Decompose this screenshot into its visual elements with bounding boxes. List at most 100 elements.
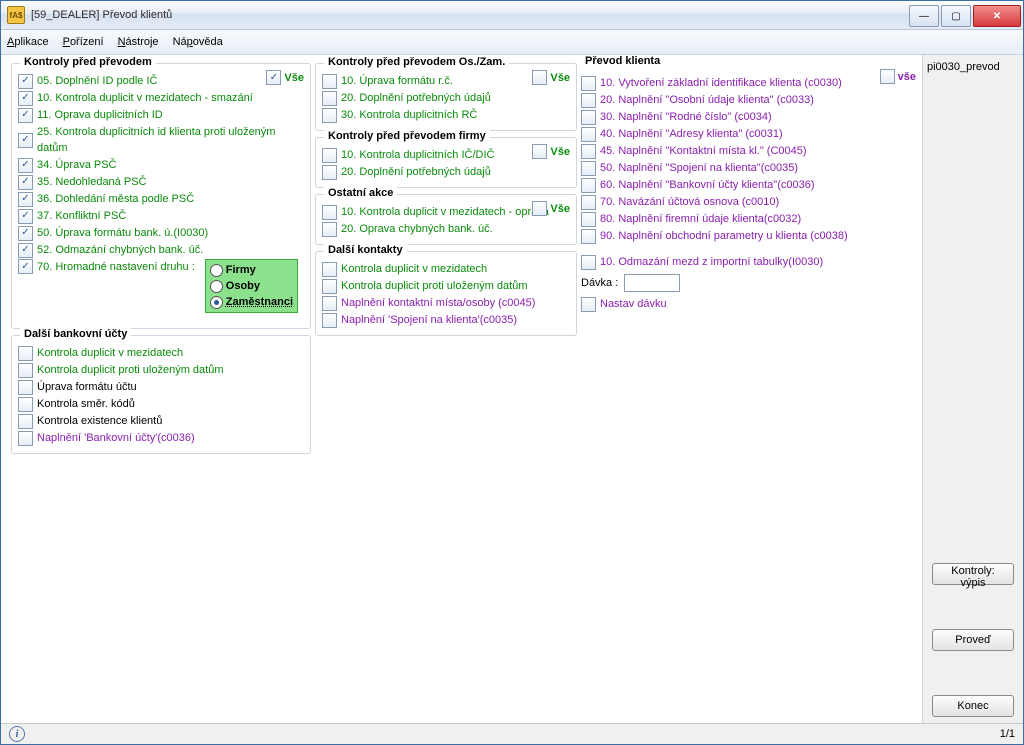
label-vse-g5: Vše [550, 203, 570, 215]
checkbox-g5-1[interactable] [322, 222, 337, 237]
menubar: Aplikace Pořízení Nástroje Nápověda [1, 30, 1023, 55]
label-g6-0: Kontrola duplicit v mezidatech [341, 261, 487, 277]
label-g4-1: 20. Doplnění potřebných údajů [341, 164, 491, 180]
checkbox-g5-0[interactable] [322, 205, 337, 220]
label-g7-8: 80. Naplnění firemní údaje klienta(c0032… [600, 211, 801, 227]
checkbox-nastav-davku[interactable] [581, 297, 596, 312]
menu-aplikace-label: plikace [14, 36, 48, 48]
label-g1-70: 70. Hromadné nastavení druhu : [37, 259, 195, 275]
checkbox-g7-3[interactable] [581, 127, 596, 142]
checkbox-g1-9[interactable] [18, 243, 33, 258]
menu-aplikace[interactable]: Aplikace [7, 36, 49, 48]
checkbox-g7-1[interactable] [581, 93, 596, 108]
checkbox-g1-2[interactable] [18, 108, 33, 123]
checkbox-g7-9[interactable] [581, 229, 596, 244]
group-title: Kontroly před převodem firmy [324, 130, 490, 142]
checkbox-g2-1[interactable] [18, 363, 33, 378]
group-ostatni-akce: Ostatní akce Vše 10. Kontrola duplicit v… [315, 194, 577, 245]
label-g1-4: 34. Úprava PSČ [37, 157, 116, 173]
checkbox-g7-0[interactable] [581, 76, 596, 91]
button-proved[interactable]: Proveď [932, 629, 1014, 651]
group-dalsi-bankovni-ucty: Další bankovní účty Kontrola duplicit v … [11, 335, 311, 454]
radio-firmy[interactable] [210, 264, 223, 277]
checkbox-g3-0[interactable] [322, 74, 337, 89]
checkbox-g1-6[interactable] [18, 192, 33, 207]
info-icon[interactable]: i [9, 726, 25, 742]
checkbox-g2-3[interactable] [18, 397, 33, 412]
label-g1-3: 25. Kontrola duplicitních id klienta pro… [37, 124, 304, 156]
checkbox-vse-g5[interactable] [532, 201, 547, 216]
checkbox-odmazani-mezd[interactable] [581, 255, 596, 270]
menu-napoveda[interactable]: Nápověda [173, 36, 223, 48]
label-odmazani-mezd: 10. Odmazání mezd z importní tabulky(I00… [600, 254, 823, 270]
checkbox-g2-4[interactable] [18, 414, 33, 429]
checkbox-g1-7[interactable] [18, 209, 33, 224]
label-g6-3: Naplnění 'Spojení na klienta'(c0035) [341, 312, 517, 328]
radio-druh-block: Firmy Osoby Zaměstnanci [205, 259, 298, 313]
group-kontroly-pred-prevodem: Kontroly před převodem Vše 05. Doplnění … [11, 63, 311, 329]
menu-napoveda-label: ověda [193, 36, 223, 48]
checkbox-g1-8[interactable] [18, 226, 33, 241]
checkbox-g2-2[interactable] [18, 380, 33, 395]
label-g1-9: 52. Odmazání chybných bank. úč. [37, 242, 203, 258]
radio-osoby[interactable] [210, 280, 223, 293]
button-konec[interactable]: Konec [932, 695, 1014, 717]
label-g1-8: 50. Úprava formátu bank. ú.(I0030) [37, 225, 208, 241]
checkbox-vse-g1[interactable] [266, 70, 281, 85]
radio-zamestnanci[interactable] [210, 296, 223, 309]
label-g2-3: Kontrola směr. kódů [37, 396, 135, 412]
checkbox-vse-g7[interactable] [880, 69, 895, 84]
radio-zamestnanci-label: Zaměstnanci [226, 294, 293, 310]
button-kontroly-vypis[interactable]: Kontroly: výpis [932, 563, 1014, 585]
checkbox-g4-0[interactable] [322, 148, 337, 163]
checkbox-g6-3[interactable] [322, 313, 337, 328]
window-title: [59_DEALER] Převod klientů [31, 9, 907, 21]
label-g3-0: 10. Úprava formátu r.č. [341, 73, 453, 89]
label-g7-4: 45. Naplnění "Kontaktní místa kl." (C004… [600, 143, 807, 159]
close-button[interactable]: ✕ [973, 5, 1021, 27]
checkbox-g7-8[interactable] [581, 212, 596, 227]
checkbox-g3-1[interactable] [322, 91, 337, 106]
checkbox-g4-1[interactable] [322, 165, 337, 180]
label-g3-1: 20. Doplnění potřebných údajů [341, 90, 491, 106]
label-g7-7: 70. Navázání účtová osnova (c0010) [600, 194, 779, 210]
label-vse-g7: vše [898, 71, 916, 83]
checkbox-vse-g4[interactable] [532, 144, 547, 159]
checkbox-g1-4[interactable] [18, 158, 33, 173]
label-g3-2: 30. Kontrola duplicitních RČ [341, 107, 477, 123]
label-g1-6: 36. Dohledání města podle PSČ [37, 191, 194, 207]
label-vse-g3: Vše [550, 72, 570, 84]
right-label: pi0030_prevod [927, 61, 1000, 73]
checkbox-g2-5[interactable] [18, 431, 33, 446]
checkbox-g3-2[interactable] [322, 108, 337, 123]
menu-porizeni[interactable]: Pořízení [63, 36, 104, 48]
group-title: Převod klienta [581, 55, 664, 67]
group-title: Kontroly před převodem Os./Zam. [324, 56, 509, 68]
checkbox-g7-5[interactable] [581, 161, 596, 176]
minimize-button[interactable]: — [909, 5, 939, 27]
checkbox-g7-7[interactable] [581, 195, 596, 210]
input-davka[interactable] [624, 274, 680, 292]
maximize-button[interactable]: ▢ [941, 5, 971, 27]
label-davka: Dávka : [581, 277, 618, 289]
checkbox-g2-0[interactable] [18, 346, 33, 361]
checkbox-g1-70[interactable] [18, 259, 33, 274]
checkbox-g6-0[interactable] [322, 262, 337, 277]
label-g1-1: 10. Kontrola duplicit v mezidatech - sma… [37, 90, 253, 106]
checkbox-g7-6[interactable] [581, 178, 596, 193]
label-g7-2: 30. Naplnění "Rodné číslo" (c0034) [600, 109, 772, 125]
checkbox-g1-0[interactable] [18, 74, 33, 89]
checkbox-g1-1[interactable] [18, 91, 33, 106]
status-page: 1/1 [1000, 728, 1015, 740]
checkbox-g7-2[interactable] [581, 110, 596, 125]
checkbox-g6-1[interactable] [322, 279, 337, 294]
group-title: Další bankovní účty [20, 328, 131, 340]
checkbox-g7-4[interactable] [581, 144, 596, 159]
label-g5-0: 10. Kontrola duplicit v mezidatech - opr… [341, 204, 549, 220]
checkbox-g1-5[interactable] [18, 175, 33, 190]
checkbox-g1-3[interactable] [18, 133, 33, 148]
group-title: Kontroly před převodem [20, 56, 156, 68]
checkbox-vse-g3[interactable] [532, 70, 547, 85]
menu-nastroje[interactable]: Nástroje [118, 36, 159, 48]
checkbox-g6-2[interactable] [322, 296, 337, 311]
